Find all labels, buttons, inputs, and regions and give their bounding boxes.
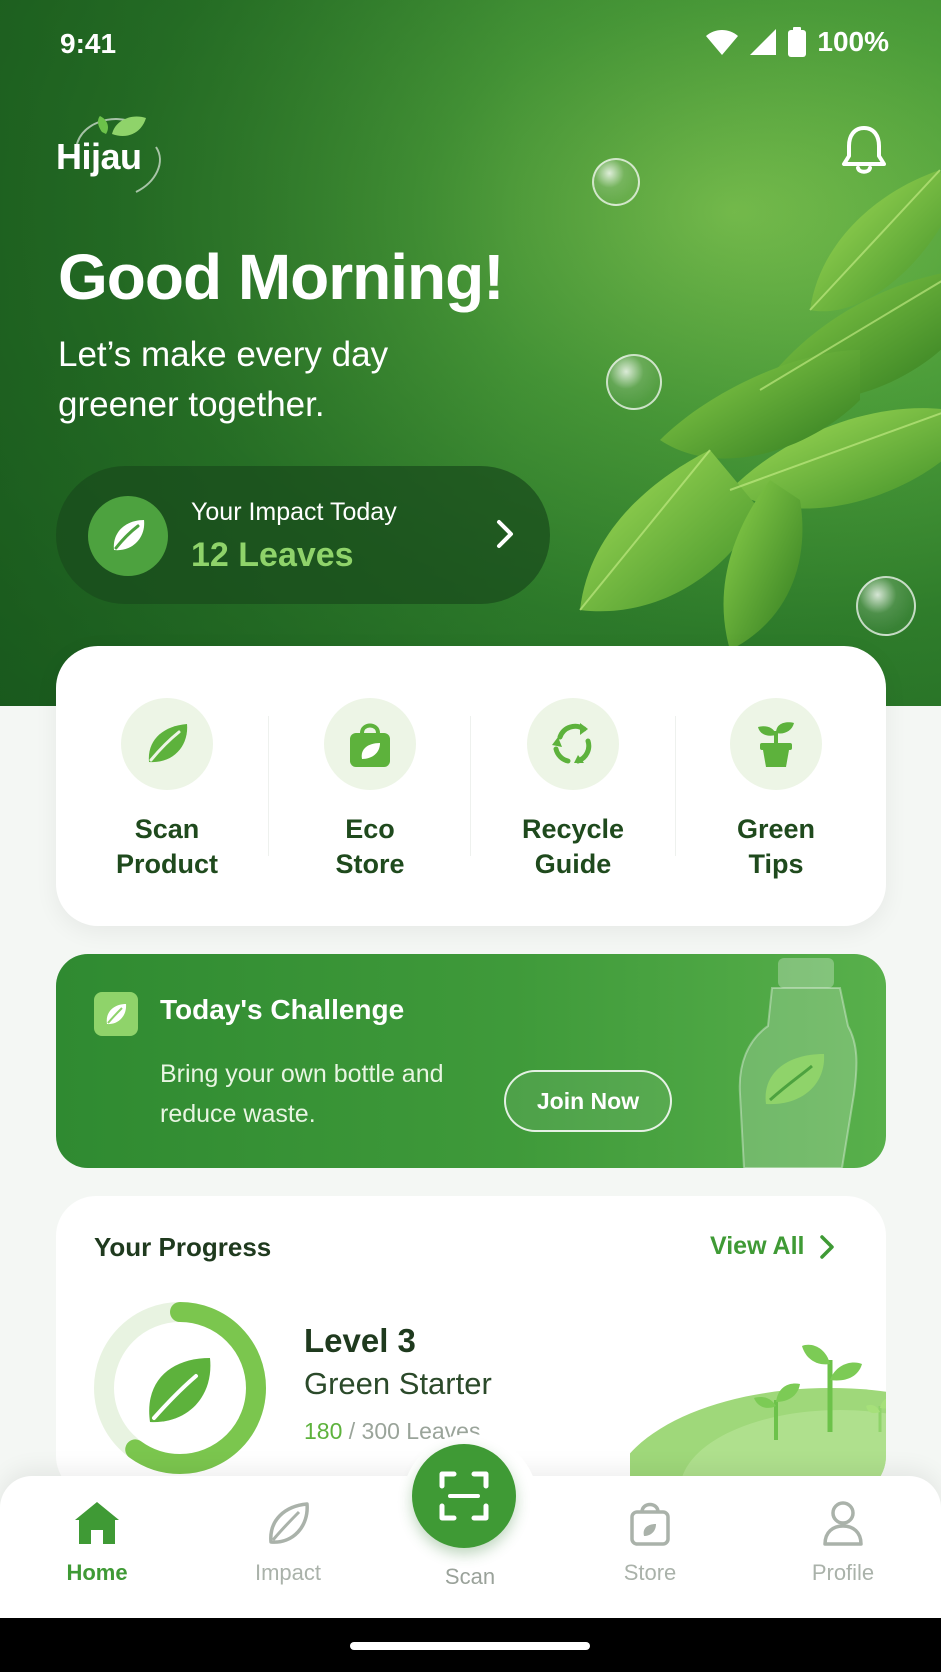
progress-title: Your Progress	[94, 1232, 272, 1262]
action-icon-bg	[730, 698, 822, 790]
action-icon-bg	[121, 698, 213, 790]
scan-button[interactable]	[412, 1444, 516, 1548]
nav-label: Scan	[444, 1564, 496, 1589]
nav-home[interactable]: Home	[37, 1500, 157, 1586]
nav-store[interactable]: Store	[590, 1500, 710, 1586]
leaf-icon	[113, 520, 145, 551]
todays-challenge-card: Today's Challenge Bring your own bottle …	[56, 954, 886, 1168]
action-eco-store[interactable]: Eco Store	[280, 698, 460, 882]
action-label: Eco Store	[335, 814, 405, 879]
bottom-navigation: Home Impact Scan Store Profile	[0, 1434, 941, 1618]
action-green-tips[interactable]: Green Tips	[686, 698, 866, 882]
water-bubble	[856, 576, 916, 636]
leaf-outline-icon	[269, 1502, 309, 1544]
recycle-icon	[552, 723, 592, 764]
impact-value: 12 Leaves	[191, 536, 354, 574]
water-bubble	[592, 158, 640, 206]
view-all-label: View All	[710, 1232, 805, 1260]
nav-label: Home	[66, 1560, 128, 1585]
divider	[470, 716, 471, 856]
scan-icon	[439, 1471, 489, 1521]
bottle-illustration	[738, 958, 858, 1168]
home-screen: 9:41 100% Hijau Good Morning! Let’s make…	[0, 0, 941, 1672]
water-bubble	[606, 354, 662, 410]
action-icon-bg	[527, 698, 619, 790]
progress-ring	[94, 1302, 266, 1474]
action-recycle-guide[interactable]: Recycle Guide	[483, 698, 663, 882]
status-bar: 9:41 100%	[0, 0, 941, 88]
greeting-title: Good Morning!	[58, 241, 505, 313]
challenge-description: Bring your own bottle and reduce waste.	[160, 1060, 444, 1128]
divider	[268, 716, 269, 856]
battery-percentage: 100%	[817, 26, 889, 57]
notification-bell-icon[interactable]	[840, 124, 888, 176]
action-label: Scan Product	[115, 814, 218, 879]
leaves-current: 180	[304, 1418, 343, 1444]
sprouts-illustration	[630, 1344, 886, 1496]
greeting-subtitle: Let’s make every day greener together.	[58, 335, 389, 424]
hero-banner: 9:41 100% Hijau Good Morning! Let’s make…	[0, 0, 941, 706]
nav-label: Profile	[811, 1560, 875, 1585]
impact-today-card[interactable]: Your Impact Today 12 Leaves	[56, 466, 550, 604]
action-label: Green Tips	[736, 814, 816, 879]
impact-label: Your Impact Today	[191, 498, 397, 526]
level-name: Green Starter	[304, 1366, 492, 1401]
action-label: Recycle Guide	[521, 814, 625, 879]
action-icon-bg	[324, 698, 416, 790]
action-scan-product[interactable]: Scan Product	[77, 698, 257, 882]
plant-pot-icon	[758, 722, 794, 767]
quick-actions-card: Scan Product Eco Store Recycle Guide Gre…	[56, 646, 886, 926]
bag-icon	[630, 1502, 670, 1546]
user-icon	[823, 1501, 863, 1546]
home-icon	[75, 1502, 119, 1544]
cellular-signal-icon	[750, 29, 777, 55]
level-number: Level 3	[304, 1322, 416, 1359]
leaf-icon	[106, 1004, 127, 1025]
nav-profile[interactable]: Profile	[783, 1500, 903, 1586]
challenge-title: Today's Challenge	[160, 994, 405, 1025]
status-time: 9:41	[60, 28, 117, 59]
chevron-right-icon	[820, 1234, 835, 1259]
logo-text: Hijau	[56, 136, 142, 177]
battery-icon	[788, 27, 807, 57]
nav-impact[interactable]: Impact	[228, 1500, 348, 1586]
nav-label: Impact	[254, 1560, 322, 1585]
shopping-bag-icon	[350, 723, 390, 767]
app-logo: Hijau	[56, 112, 166, 196]
home-indicator[interactable]	[350, 1642, 590, 1650]
divider	[675, 716, 676, 856]
join-now-button[interactable]: Join Now	[504, 1070, 672, 1132]
chevron-right-icon	[497, 520, 513, 548]
wifi-icon	[706, 30, 739, 55]
status-icons: 100%	[705, 26, 889, 58]
view-all-link[interactable]: View All	[710, 1232, 836, 1261]
leaf-icon	[148, 724, 188, 763]
nav-label: Store	[623, 1560, 677, 1585]
impact-badge	[88, 496, 168, 576]
challenge-badge	[94, 992, 138, 1036]
system-gesture-bar	[0, 1618, 941, 1672]
scan-button-ring	[402, 1434, 538, 1570]
